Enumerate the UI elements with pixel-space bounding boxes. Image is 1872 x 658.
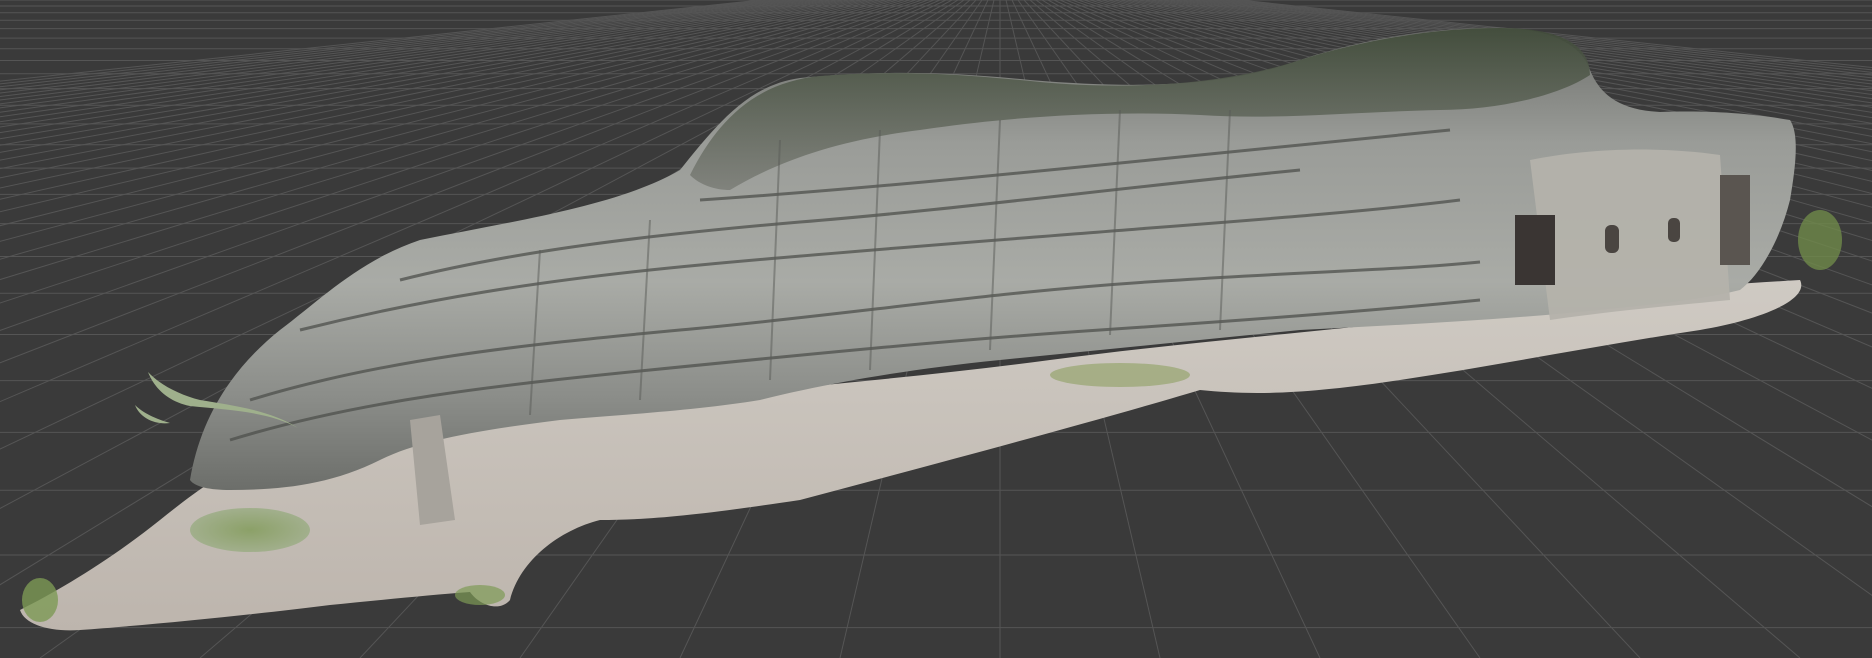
vegetation-patch bbox=[1050, 363, 1190, 387]
window-opening bbox=[1605, 225, 1619, 253]
vegetation-patch bbox=[22, 578, 58, 622]
vegetation-patch bbox=[455, 585, 505, 605]
vegetation-patch bbox=[190, 508, 310, 552]
doorway bbox=[1720, 175, 1750, 265]
window-opening bbox=[1668, 218, 1680, 242]
vegetation-patch bbox=[1798, 210, 1842, 270]
doorway bbox=[1515, 215, 1555, 285]
3d-viewport[interactable] bbox=[0, 0, 1872, 658]
viewport-canvas[interactable] bbox=[0, 0, 1872, 658]
ruined-wall bbox=[1530, 149, 1730, 320]
